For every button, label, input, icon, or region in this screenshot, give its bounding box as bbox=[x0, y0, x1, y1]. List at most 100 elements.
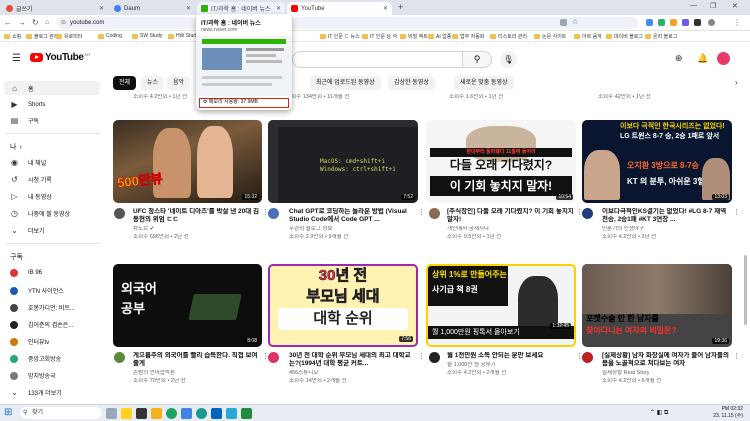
app-icon[interactable] bbox=[226, 408, 237, 419]
voice-search-button[interactable]: 🎙 bbox=[500, 51, 517, 68]
sidebar-item-show-more[interactable]: ⌄ 더보기 bbox=[10, 226, 44, 235]
sidebar-sub-item[interactable]: IB 96 bbox=[10, 269, 42, 277]
channel-name[interactable]: 존범의 언어습득론 bbox=[133, 370, 175, 377]
app-icon[interactable] bbox=[181, 408, 192, 419]
windows-start-icon[interactable]: ⊞ bbox=[4, 408, 12, 418]
channel-avatar[interactable] bbox=[114, 352, 125, 363]
bookmark-item[interactable]: 논문 사이트 bbox=[534, 33, 566, 40]
extension-icon[interactable] bbox=[682, 19, 689, 26]
sidebar-sub-item[interactable]: 인터뷰tv bbox=[10, 337, 49, 346]
video-thumbnail[interactable]: 포켓수술 안 한 남자를 찾아다니는 여자의 비밀은? 19:36 bbox=[582, 264, 732, 347]
chip-all[interactable]: 전체 bbox=[113, 76, 137, 90]
bookmark-item[interactable]: 아르 음악 bbox=[574, 33, 602, 40]
bookmark-item[interactable]: 유로미터 bbox=[56, 33, 82, 40]
reload-icon[interactable]: ↻ bbox=[32, 18, 39, 28]
channel-avatar[interactable] bbox=[582, 352, 593, 363]
sidebar-sub-item[interactable]: 중앙고회방송 bbox=[10, 354, 61, 363]
chip-new-for-you[interactable]: 새로운 맞춤 동영상 bbox=[454, 76, 514, 90]
widgets-icon[interactable] bbox=[106, 408, 117, 419]
channel-avatar[interactable] bbox=[582, 208, 593, 219]
edge-icon[interactable] bbox=[196, 408, 207, 419]
channel-name[interactable]: 민훈기의 인생야구 bbox=[602, 226, 644, 233]
bookmark-star-icon[interactable]: ☆ bbox=[572, 18, 578, 28]
bookmark-item[interactable]: IT 인문 상 석 bbox=[362, 33, 397, 40]
chip-next-icon[interactable]: › bbox=[735, 78, 738, 87]
extension-icon[interactable] bbox=[670, 19, 677, 26]
sidebar-item-home[interactable]: ⌂ 홈 bbox=[4, 81, 100, 95]
channel-name[interactable]: 차도르 ✔ bbox=[133, 226, 154, 233]
more-options-icon[interactable]: ⋮ bbox=[733, 208, 740, 216]
extension-icon[interactable] bbox=[646, 19, 653, 26]
channel-avatar[interactable] bbox=[268, 352, 279, 363]
clock[interactable]: PM 02:32 23. 11.15 (수) bbox=[693, 406, 743, 420]
close-tab-icon[interactable]: ✕ bbox=[183, 5, 191, 12]
sidebar-item-shorts[interactable]: ▶ Shorts bbox=[10, 100, 45, 109]
bookmark-item[interactable]: 블로그 관리 bbox=[26, 33, 58, 40]
sidebar-item-watch-later[interactable]: ◷ 나중에 볼 동영상 bbox=[10, 209, 70, 218]
chip-news[interactable]: 뉴스 bbox=[141, 76, 165, 90]
sidebar-item-my-videos[interactable]: ▷ 내 동영상 bbox=[10, 192, 51, 201]
create-video-icon[interactable]: ⊕ bbox=[675, 53, 683, 64]
sidebar-sub-item[interactable]: 김어준의 겸손은... bbox=[10, 320, 73, 329]
puzzle-icon[interactable] bbox=[694, 19, 701, 26]
hamburger-menu-icon[interactable]: ☰ bbox=[12, 53, 21, 64]
bookmark-item[interactable]: 온라 블로그 bbox=[645, 33, 677, 40]
close-tab-icon[interactable]: ✕ bbox=[273, 5, 281, 12]
menu-kebab-icon[interactable]: ⋮ bbox=[733, 18, 741, 28]
bookmark-item[interactable]: 데이버 블로그 bbox=[606, 33, 643, 40]
more-options-icon[interactable]: ⋮ bbox=[733, 352, 740, 360]
extension-icon[interactable] bbox=[658, 19, 665, 26]
channel-name[interactable]: 실제상황 Real Story bbox=[602, 370, 649, 377]
video-title[interactable]: UFC 정스타 '네이트 디아즈'를 박살 낸 20대 김동현의 위엄 ㄷㄷ bbox=[133, 208, 261, 224]
channel-name[interactable]: 개인에서 궁재지다 bbox=[447, 226, 489, 233]
back-icon[interactable]: ← bbox=[4, 18, 12, 28]
new-tab-button[interactable]: + bbox=[398, 2, 403, 12]
video-thumbnail[interactable]: 이보다 극적인 한국시리즈는 없었다! LG 트윈스 8-7 승, 2승 1패로… bbox=[582, 120, 732, 203]
channel-name[interactable]: 456스튜디오 bbox=[289, 370, 318, 377]
tab-youtube[interactable]: YouTube ✕ bbox=[287, 2, 392, 15]
channel-avatar[interactable] bbox=[429, 208, 440, 219]
channel-avatar[interactable] bbox=[114, 208, 125, 219]
sidebar-sub-item[interactable]: 호봉가디언: 비트... bbox=[10, 303, 75, 312]
chrome-icon[interactable] bbox=[166, 408, 177, 419]
bookmark-item[interactable]: Coding bbox=[98, 33, 122, 39]
more-options-icon[interactable]: ⋮ bbox=[418, 352, 425, 360]
forward-icon[interactable]: → bbox=[18, 18, 26, 28]
video-title[interactable]: 게으름주의 외국어를 빨리 습득한다. 직접 보여줄게 bbox=[133, 352, 261, 368]
minimize-button[interactable]: — bbox=[690, 2, 697, 9]
bookmark-item[interactable]: SW Study bbox=[132, 33, 162, 39]
profile-icon[interactable] bbox=[708, 19, 715, 26]
app-icon[interactable] bbox=[241, 408, 252, 419]
bookmark-item[interactable]: HW Study bbox=[168, 33, 199, 39]
bookmark-item[interactable]: AI 업종 bbox=[428, 33, 451, 40]
task-view-icon[interactable] bbox=[136, 408, 147, 419]
chip-watched[interactable]: 감상한 동영상 bbox=[388, 76, 435, 90]
close-window-button[interactable]: ✕ bbox=[732, 2, 738, 10]
sidebar-sub-item[interactable]: 망치방송국 bbox=[10, 371, 56, 380]
more-options-icon[interactable]: ⋮ bbox=[418, 208, 425, 216]
site-info-icon[interactable]: ⊙ bbox=[61, 17, 66, 29]
home-button-icon[interactable]: ⌂ bbox=[45, 18, 49, 28]
kakaotalk-icon[interactable] bbox=[121, 408, 132, 419]
chip-music[interactable]: 음악 bbox=[167, 76, 191, 90]
sidebar-item-subscriptions[interactable]: ▤ 구독 bbox=[10, 116, 39, 125]
channel-avatar[interactable] bbox=[268, 208, 279, 219]
channel-name[interactable]: 우관의 블로그 정보 bbox=[289, 226, 333, 233]
video-thumbnail[interactable]: 상위 1%로 만들어주는 사기급 책 8권 월 1,000만원 핑톡서 몰아보기… bbox=[426, 264, 576, 347]
channel-name[interactable]: 월 1,000만 원 공부기 bbox=[447, 362, 496, 369]
bookmark-item[interactable]: 티스토리 관리 bbox=[490, 33, 527, 40]
bookmark-item[interactable]: IT 인문 ㄷ 뉴스 bbox=[320, 33, 360, 40]
video-thumbnail[interactable]: 판대부터 돌파됐다 11월에 들어라 다들 오래 기다렸지? 이 기회 놓치지 … bbox=[426, 120, 576, 203]
page-scrollbar[interactable] bbox=[744, 255, 747, 325]
channel-avatar[interactable] bbox=[429, 352, 440, 363]
close-tab-icon[interactable]: ✕ bbox=[96, 5, 104, 12]
bookmark-item[interactable]: 업무 자동화 bbox=[452, 33, 484, 40]
sidebar-more-subs[interactable]: ⌄ 133개 더보기 bbox=[10, 388, 62, 397]
video-title[interactable]: Chat GPT로 코딩하는 놀라운 방법 (Visual Studio Cod… bbox=[289, 208, 417, 224]
bookmark-item[interactable]: 쇼핑 bbox=[4, 33, 21, 40]
sidebar-sub-item[interactable]: YTN 사이언스 bbox=[10, 286, 64, 295]
url-bar[interactable]: ⊙ youtube.com bbox=[58, 17, 638, 29]
search-button[interactable]: ⚲ bbox=[462, 51, 492, 68]
video-thumbnail[interactable]: MacOS: cmd+shift+i Windows: ctrl+shift+i… bbox=[268, 120, 418, 203]
notifications-bell-icon[interactable]: 🔔 bbox=[697, 53, 708, 64]
